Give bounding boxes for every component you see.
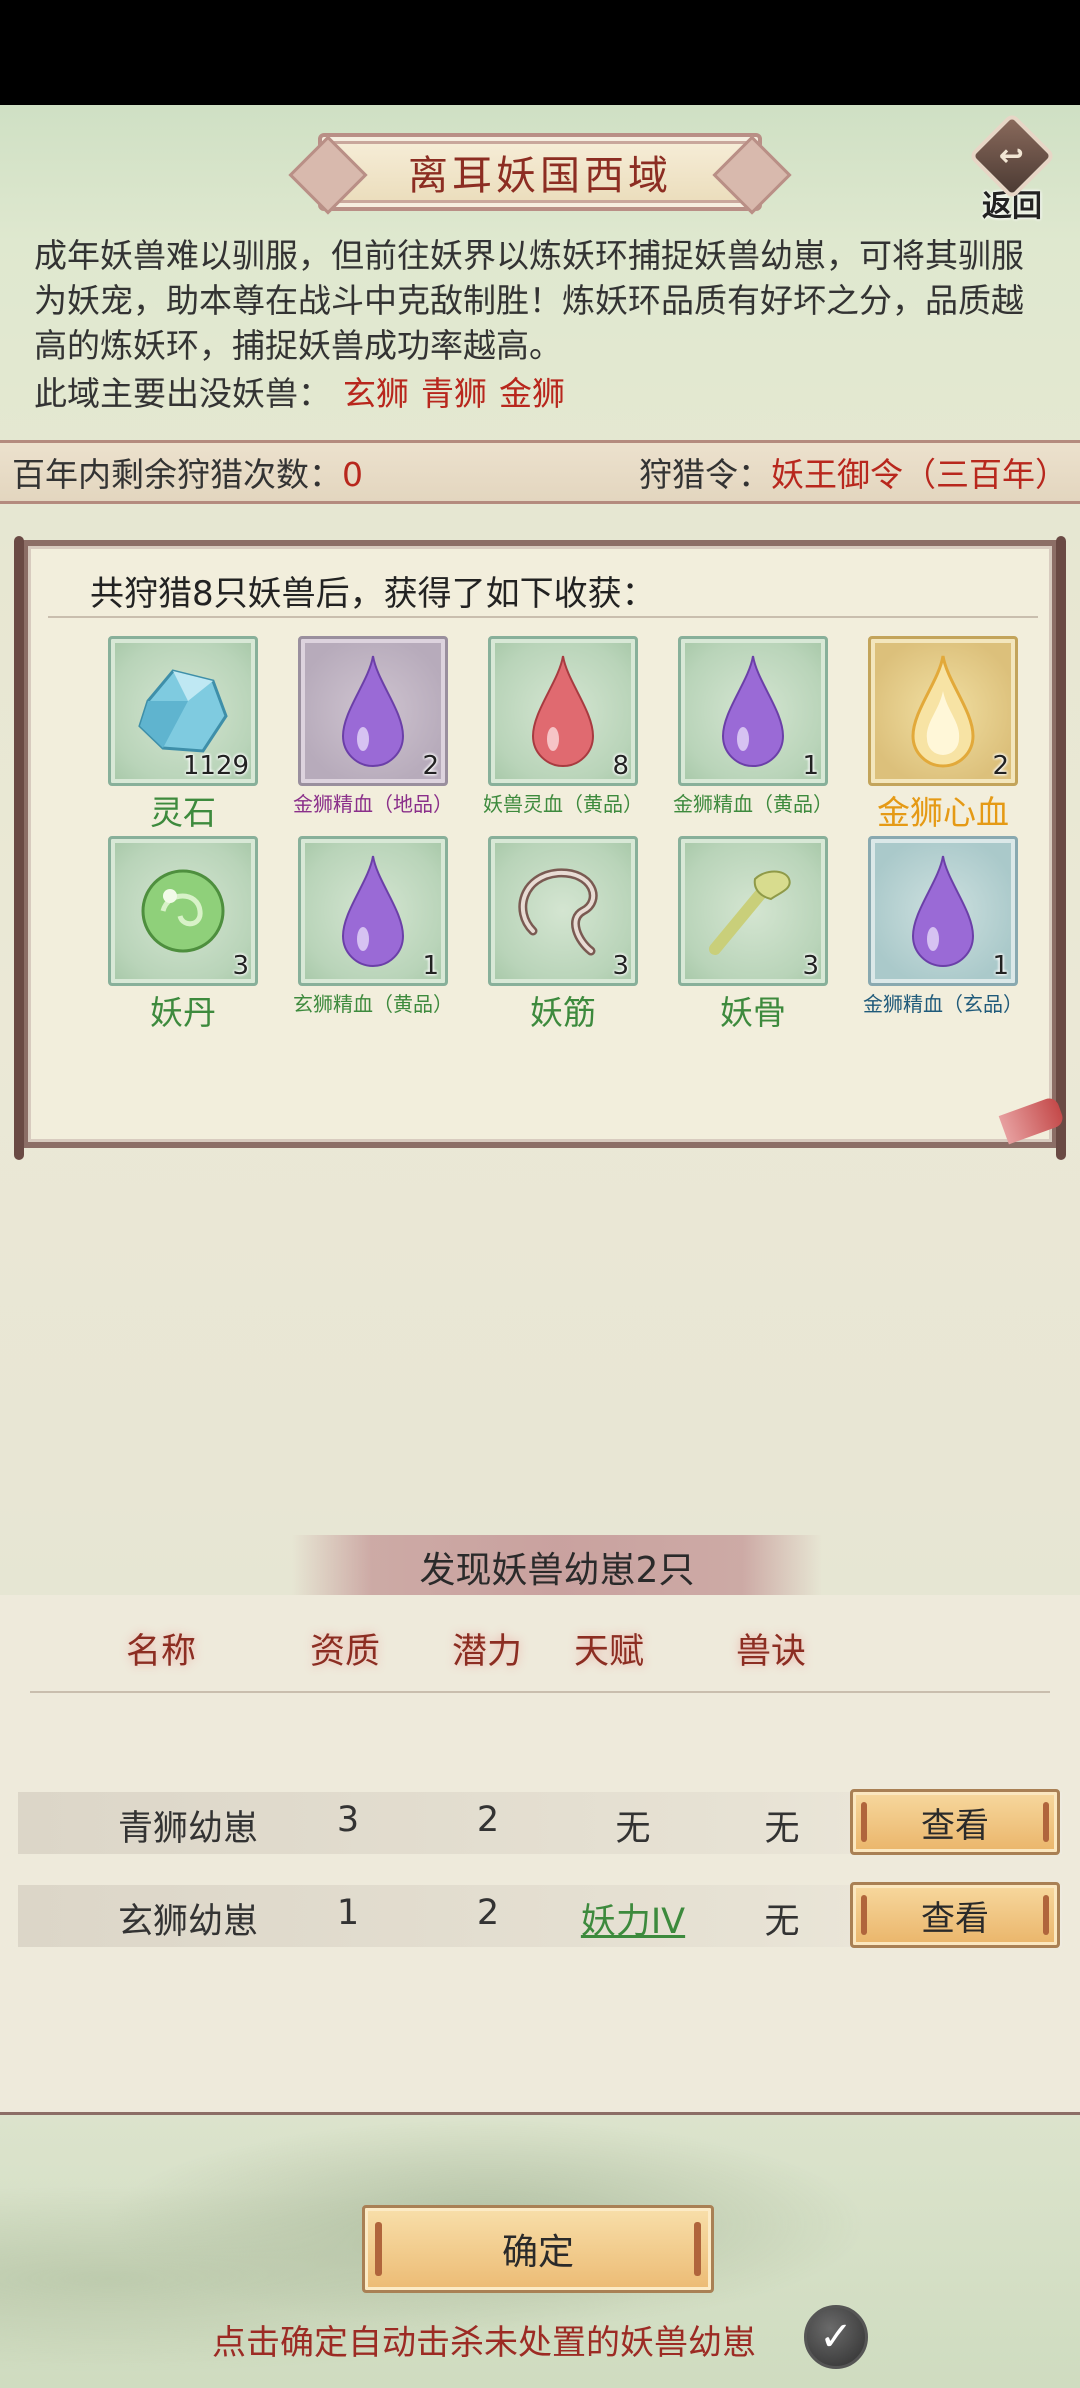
purple-blood-drop-icon (341, 855, 405, 967)
status-bar (0, 0, 1080, 105)
item-name: 妖丹 (150, 993, 216, 1032)
reward-slot: 1129 (108, 636, 258, 786)
beast-name: 青狮 (421, 374, 487, 413)
beast-name: 玄狮 (343, 374, 409, 413)
cub-aptitude: 1 (336, 1893, 360, 1933)
demon-tendon-icon (518, 868, 598, 956)
auto-kill-label: 点击确定自动击杀未处置的妖兽幼崽 (212, 2323, 756, 2363)
cub-skill: 无 (764, 1902, 800, 1942)
reward-item[interactable]: 3 妖筋 (468, 836, 658, 1036)
page-title: 离耳妖国西域 (408, 153, 672, 199)
item-name: 灵石 (150, 793, 216, 832)
item-count: 3 (232, 951, 249, 981)
remaining-hunts-label: 百年内剩余狩猎次数： (12, 455, 342, 494)
item-count: 2 (992, 751, 1009, 781)
reward-item[interactable]: 8 妖兽灵血（黄品） (468, 636, 658, 836)
item-name: 妖兽灵血（黄品） (483, 792, 643, 816)
view-cub-button[interactable]: 查看 (850, 1882, 1060, 1948)
reward-slot: 2 (868, 636, 1018, 786)
reward-slot: 3 (678, 836, 828, 986)
reward-slot: 2 (298, 636, 448, 786)
beasts-label: 此域主要出没妖兽： (34, 374, 331, 413)
table-row: 青狮幼崽 3 2 无 无 查看 (18, 1789, 1062, 1855)
reward-item[interactable]: 1 金狮精血（玄品） (848, 836, 1038, 1036)
cubs-title: 发现妖兽幼崽2只 (419, 1550, 695, 1591)
confirm-button[interactable]: 确定 (362, 2205, 714, 2293)
golden-flame-drop-icon (911, 655, 975, 768)
col-header-name: 名称 (126, 1632, 197, 1672)
item-count: 2 (422, 751, 439, 781)
auto-kill-checkbox[interactable]: ✓ (804, 2305, 868, 2369)
hunt-token-value: 妖王御令（三百年） (771, 455, 1068, 494)
purple-blood-drop-icon (341, 655, 405, 767)
view-cub-button[interactable]: 查看 (850, 1789, 1060, 1855)
cub-talent: 无 (615, 1809, 651, 1849)
item-count: 3 (802, 951, 819, 981)
demon-bone-icon (709, 870, 791, 955)
reward-item[interactable]: 2 金狮精血（地品） (278, 636, 468, 836)
title-plaque: 离耳妖国西域 (318, 133, 762, 211)
reward-item[interactable]: 1129 灵石 (88, 636, 278, 836)
cub-name: 玄狮幼崽 (117, 1902, 258, 1942)
reward-slot: 1 (298, 836, 448, 986)
table-row: 玄狮幼崽 1 2 妖力IV 无 查看 (18, 1882, 1062, 1948)
hunt-token: 狩猎令：妖王御令（三百年） (639, 448, 1068, 496)
region-description: 成年妖兽难以驯服，但前往妖界以炼妖环捕捉妖兽幼崽，可将其驯服为妖宠，助本尊在战斗… (34, 236, 1024, 365)
reward-slot: 3 (108, 836, 258, 986)
purple-blood-drop-icon (911, 855, 975, 967)
reward-item[interactable]: 1 金狮精血（黄品） (658, 636, 848, 836)
item-name: 妖骨 (720, 993, 786, 1032)
reward-item[interactable]: 3 妖骨 (658, 836, 848, 1036)
purple-blood-drop-icon (721, 655, 785, 767)
col-header-skill: 兽诀 (736, 1632, 807, 1672)
item-name: 金狮精血（玄品） (863, 992, 1023, 1016)
checkmark-icon: ✓ (819, 2314, 853, 2360)
cub-potential: 2 (476, 1893, 500, 1933)
cubs-table: 名称 资质 潜力 天赋 兽诀 青狮幼崽 3 2 无 无 查看 玄狮幼崽 1 2 … (0, 1595, 1080, 2115)
item-count: 1 (422, 951, 439, 981)
item-count: 1 (802, 751, 819, 781)
item-name: 金狮精血（黄品） (673, 792, 833, 816)
item-count: 1 (992, 951, 1009, 981)
reward-slot: 3 (488, 836, 638, 986)
item-count: 8 (612, 751, 629, 781)
rewards-header: 共狩猎8只妖兽后，获得了如下收获： (90, 574, 656, 614)
item-name: 妖筋 (530, 993, 596, 1032)
hunt-status-bar: 百年内剩余狩猎次数：0 狩猎令：妖王御令（三百年） (0, 440, 1080, 504)
cub-aptitude: 3 (336, 1800, 360, 1840)
item-name: 金狮心血 (877, 793, 1009, 832)
remaining-hunts: 百年内剩余狩猎次数：0 (12, 448, 363, 496)
hunt-token-label: 狩猎令： (639, 455, 771, 494)
reward-slot: 8 (488, 636, 638, 786)
cub-skill: 无 (764, 1809, 800, 1849)
cub-potential: 2 (476, 1800, 500, 1840)
col-header-potential: 潜力 (452, 1632, 523, 1672)
beast-name: 金狮 (499, 374, 565, 413)
red-blood-drop-icon (531, 655, 595, 767)
item-count: 3 (612, 951, 629, 981)
reward-item[interactable]: 2 金狮心血 (848, 636, 1038, 836)
hunt-result-screen: 离耳妖国西域 ↩ 返回 成年妖兽难以驯服，但前往妖界以炼妖环捕捉妖兽幼崽，可将其… (0, 105, 1080, 2388)
remaining-hunts-value: 0 (342, 455, 363, 494)
demon-core-orb-icon (141, 869, 225, 953)
item-name: 金狮精血（地品） (293, 792, 453, 816)
reward-slot: 1 (678, 636, 828, 786)
col-header-talent: 天赋 (574, 1632, 645, 1672)
rewards-scroll: 共狩猎8只妖兽后，获得了如下收获： 1129 灵石 2 金狮精血（地品） 8 妖… (14, 536, 1066, 1160)
cub-talent-link[interactable]: 妖力IV (558, 1893, 708, 1944)
reward-item[interactable]: 1 玄狮精血（黄品） (278, 836, 468, 1036)
divider (30, 1691, 1050, 1693)
divider (48, 616, 1038, 618)
reward-slot: 1 (868, 836, 1018, 986)
spirit-stone-icon (138, 669, 228, 753)
cubs-title-band: 发现妖兽幼崽2只 (292, 1535, 822, 1599)
beasts-line: 此域主要出没妖兽： 玄狮 青狮 金狮 (34, 367, 565, 415)
item-count: 1129 (182, 751, 249, 781)
item-name: 玄狮精血（黄品） (293, 992, 453, 1016)
col-header-aptitude: 资质 (310, 1632, 381, 1672)
reward-item[interactable]: 3 妖丹 (88, 836, 278, 1036)
back-button[interactable]: ↩ 返回 (962, 112, 1062, 227)
cub-name: 青狮幼崽 (117, 1809, 258, 1849)
